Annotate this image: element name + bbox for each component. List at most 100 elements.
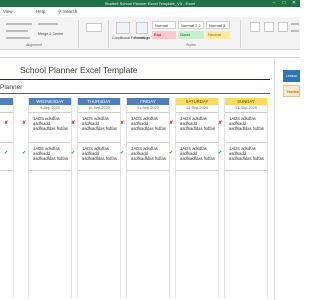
complete-icon[interactable]: ✔ (4, 150, 8, 156)
title-bar: Student School Planner Excel Template_V5… (0, 0, 300, 7)
ribbon: Merge & Center Alignment Conditional For… (0, 17, 300, 50)
day-column-friday: FRIDAY 11-Sep-2020 1ADS adsdfas asdfsadd… (120, 98, 170, 298)
day-column-sunday: SUNDAY 13-Sep-2020 1ADS adsdfas asdfsadd… (218, 98, 268, 298)
task-entry[interactable]: 1ADS adsdfas asdfsadd asdfsadfdas fsdfas (131, 146, 166, 161)
row-divider (0, 170, 13, 171)
style-normal[interactable]: Normal (152, 21, 176, 29)
row-divider (225, 142, 267, 143)
task-entry[interactable]: 1ADS adsdfas asdfsadd asdfsadfdas fsdfas (180, 116, 215, 131)
alignment-group-label: Alignment (26, 43, 42, 47)
day-header: FRIDAY (127, 98, 169, 105)
day-header: SUNDAY (225, 98, 267, 105)
style-neutral[interactable]: Neutral (206, 31, 230, 39)
row-divider (127, 112, 169, 113)
row-divider (127, 170, 169, 171)
complete-icon[interactable]: ✔ (169, 150, 173, 156)
task-entry[interactable]: 1ADS adsdfas asdfsadd asdfsadfdas fsdfas (180, 146, 215, 161)
complete-icon[interactable]: ✔ (71, 150, 75, 156)
incomplete-icon[interactable]: ✘ (169, 120, 173, 126)
autosum-icon[interactable] (291, 23, 299, 25)
fill-icon[interactable] (291, 30, 299, 32)
ribbon-divider (240, 20, 241, 48)
menu-help[interactable]: Help (36, 9, 45, 14)
task-entry[interactable]: 1ADS adsdfas asdfsadd asdfsadfdas fsdfas (33, 146, 68, 161)
day-date: 11-Sep-2020 (137, 106, 159, 110)
style-bad[interactable]: Bad (152, 31, 176, 39)
incomplete-icon[interactable]: ✘ (218, 120, 222, 126)
incomplete-icon[interactable]: ✘ (4, 120, 8, 126)
row-divider (225, 112, 267, 113)
row-divider (176, 112, 218, 113)
title-rule (0, 79, 270, 80)
ribbon-control[interactable] (6, 37, 30, 39)
row-divider (225, 170, 267, 171)
subtitle-rule (0, 93, 270, 94)
format-as-table-icon[interactable] (136, 22, 148, 34)
row-divider (29, 142, 71, 143)
ribbon-divider (78, 20, 79, 48)
task-entry[interactable]: 1ADS adsdfas asdfsadd asdfsadfdas fsdfas (131, 116, 166, 131)
complete-icon[interactable]: ✔ (120, 150, 124, 156)
styles-group-label: Styles (186, 43, 196, 47)
formula-bar[interactable] (0, 50, 300, 58)
planner-title: School Planner Excel Template (20, 65, 138, 75)
day-column: ✘ ✔ (0, 98, 14, 298)
row-divider (176, 142, 218, 143)
style-normal-2-2[interactable]: Normal 2 2 (178, 21, 204, 29)
insert-cells-icon[interactable] (250, 22, 260, 32)
conditional-formatting-icon[interactable] (116, 22, 130, 34)
task-entry[interactable]: 1ADS adsdfas asdfsadd asdfsadfdas fsdfas (229, 146, 264, 161)
menu-bar: View Help ⚲ Search (0, 7, 300, 17)
row-divider (127, 142, 169, 143)
style-good[interactable]: Good (178, 31, 204, 39)
complete-icon[interactable]: ✔ (22, 150, 26, 156)
planner-subtitle: Planner (0, 84, 23, 91)
row-divider (176, 170, 218, 171)
lesson-button[interactable]: Lesson (283, 70, 300, 82)
task-entry[interactable]: 1ADS adsdfas asdfsadd asdfsadfdas fsdfas (229, 116, 264, 131)
day-column-wednesday: WEDNESDAY 9-Sep-2020 1ADS adsdfas asdfsa… (22, 98, 72, 298)
menu-view[interactable]: View (3, 9, 13, 14)
row-divider (0, 142, 13, 143)
day-date: 13-Sep-2020 (235, 106, 257, 110)
delete-cells-icon[interactable] (264, 22, 274, 32)
day-date: 9-Sep-2020 (40, 106, 60, 110)
complete-icon[interactable]: ✔ (218, 150, 222, 156)
close-icon[interactable]: ✕ (290, 0, 298, 7)
ribbon-control[interactable] (6, 30, 28, 32)
row-divider (29, 170, 71, 171)
ribbon-control[interactable] (6, 23, 32, 25)
task-entry[interactable]: 1ADS adsdfas asdfsadd asdfsadfdas fsdfas (82, 116, 117, 131)
day-header: SATURDAY (176, 98, 218, 105)
format-cells-icon[interactable] (278, 22, 288, 32)
incomplete-icon[interactable]: ✘ (120, 120, 124, 126)
incomplete-icon[interactable]: ✘ (71, 120, 75, 126)
homework-button[interactable]: Homework (283, 85, 300, 97)
merge-center-button[interactable]: Merge & Center (38, 32, 63, 36)
number-format-dropdown[interactable] (86, 23, 102, 32)
wrap-text-button[interactable] (38, 23, 58, 25)
row-divider (78, 142, 120, 143)
ribbon-divider (108, 20, 109, 48)
day-column-saturday: SATURDAY 12-Sep-2020 1ADS adsdfas asdfsa… (169, 98, 219, 298)
day-header (0, 98, 13, 105)
row-divider (78, 170, 120, 171)
menu-search[interactable]: Search (63, 9, 77, 14)
worksheet: School Planner Excel Template Planner Le… (0, 58, 300, 300)
day-column-thursday: THURSDAY 10-Sep-2020 1ADS adsdfas asdfsa… (71, 98, 121, 298)
row-divider (78, 112, 120, 113)
incomplete-icon[interactable]: ✘ (22, 120, 26, 126)
day-header: WEDNESDAY (29, 98, 71, 105)
side-panel-divider (274, 58, 275, 300)
day-date: 12-Sep-2020 (186, 106, 208, 110)
task-entry[interactable]: 1ADS adsdfas asdfsadd asdfsadfdas fsdfas (82, 146, 117, 161)
search-icon[interactable]: ⚲ (58, 9, 61, 15)
task-entry[interactable]: 1ADS adsdfas asdfsadd asdfsadfdas fsdfas (33, 116, 68, 131)
maximize-icon[interactable]: □ (280, 0, 288, 7)
day-header: THURSDAY (78, 98, 120, 105)
day-date: 10-Sep-2020 (88, 106, 110, 110)
window-title: Student School Planner Excel Template_V5… (104, 1, 196, 6)
minimize-icon[interactable]: – (270, 0, 278, 7)
row-divider (0, 112, 13, 113)
style-normal-3[interactable]: Normal 3 (206, 21, 230, 29)
